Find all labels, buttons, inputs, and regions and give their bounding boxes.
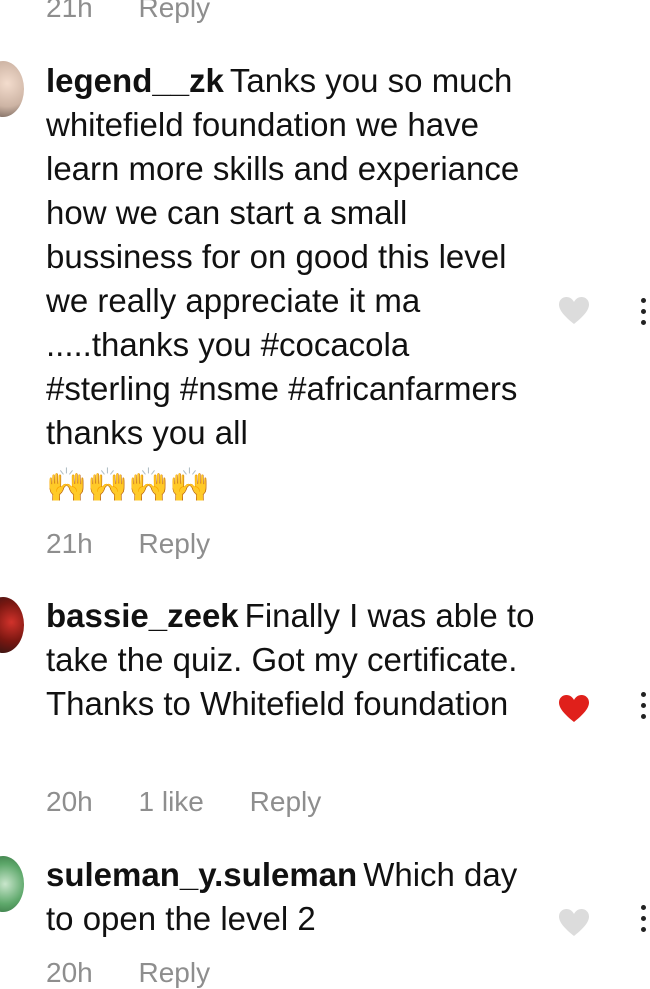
heart-filled-icon[interactable] [558, 694, 590, 724]
comment-meta-row: 21h Reply [46, 528, 210, 560]
timestamp: 20h [46, 786, 93, 817]
like-count[interactable]: 1 like [139, 786, 204, 818]
timestamp: 20h [46, 957, 93, 988]
comment-username[interactable]: legend__zk [46, 62, 224, 99]
comment-emoji: 🙌🙌🙌🙌 [46, 466, 211, 503]
comment-username[interactable]: bassie_zeek [46, 597, 239, 634]
reply-button[interactable]: Reply [139, 0, 211, 24]
reply-button[interactable]: Reply [139, 957, 211, 989]
comment-meta-row: 20h 1 like Reply [46, 786, 321, 818]
more-options-icon[interactable] [638, 692, 650, 728]
reply-button[interactable]: Reply [139, 528, 211, 560]
comment-body: suleman_y.suleman Which day to open the l… [46, 853, 541, 941]
comment-text: Tanks you so much whitefield foundation … [46, 62, 520, 451]
timestamp: 21h [46, 528, 93, 559]
avatar[interactable] [0, 856, 24, 912]
comment-meta-row: 20h Reply [46, 957, 210, 989]
heart-outline-icon[interactable] [558, 296, 590, 326]
comment-body: legend__zk Tanks you so much whitefield f… [46, 59, 541, 507]
comment-body: bassie_zeek Finally I was able to take th… [46, 594, 541, 726]
comment-username[interactable]: suleman_y.suleman [46, 856, 357, 893]
more-options-icon[interactable] [638, 298, 650, 334]
heart-outline-icon[interactable] [558, 908, 590, 938]
reply-button[interactable]: Reply [250, 786, 322, 818]
timestamp: 21h [46, 0, 93, 23]
more-options-icon[interactable] [638, 905, 650, 941]
avatar[interactable] [0, 597, 24, 653]
top-meta-row: 21h Reply [46, 0, 210, 24]
avatar[interactable] [0, 61, 24, 117]
